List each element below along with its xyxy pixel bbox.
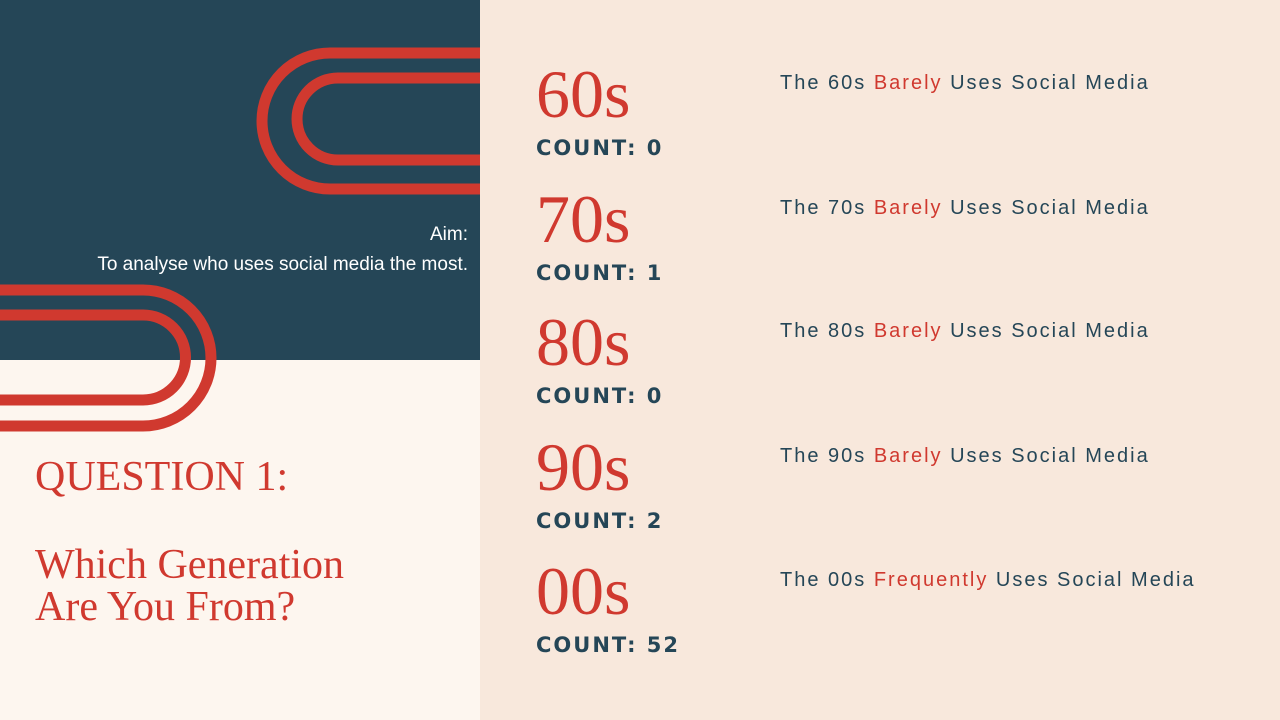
desc-suffix: Uses Social Media bbox=[950, 72, 1150, 94]
generation-count: COUNT: 0 bbox=[536, 384, 664, 408]
desc-prefix: The 00s bbox=[780, 569, 867, 591]
generation-description: The 00s Frequently Uses Social Media bbox=[780, 569, 1196, 592]
generation-label: 60s bbox=[536, 56, 631, 132]
question-subtitle-line1: Which Generation bbox=[35, 542, 345, 588]
desc-prefix: The 70s bbox=[780, 197, 867, 219]
generation-description: The 70s Barely Uses Social Media bbox=[780, 197, 1150, 220]
question-block: QUESTION 1: Which Generation Are You Fro… bbox=[35, 456, 344, 628]
desc-prefix: The 80s bbox=[780, 320, 867, 342]
desc-suffix: Uses Social Media bbox=[995, 569, 1196, 591]
generation-label: 00s bbox=[536, 553, 631, 629]
desc-highlight: Barely bbox=[873, 72, 943, 94]
question-title: QUESTION 1: bbox=[35, 454, 289, 500]
desc-suffix: Uses Social Media bbox=[950, 197, 1150, 219]
desc-suffix: Uses Social Media bbox=[950, 320, 1150, 342]
desc-highlight: Barely bbox=[873, 445, 943, 467]
desc-highlight: Barely bbox=[873, 197, 943, 219]
desc-suffix: Uses Social Media bbox=[950, 445, 1150, 467]
generation-count: COUNT: 1 bbox=[536, 261, 664, 285]
aim-block: Aim: To analyse who uses social media th… bbox=[97, 220, 468, 280]
generation-count: COUNT: 0 bbox=[536, 136, 664, 160]
bottom-arc-inner bbox=[0, 309, 191, 406]
top-arc-inner bbox=[291, 72, 480, 166]
generation-description: The 90s Barely Uses Social Media bbox=[780, 445, 1150, 468]
desc-highlight: Barely bbox=[873, 320, 943, 342]
generation-count: COUNT: 2 bbox=[536, 509, 664, 533]
desc-prefix: The 60s bbox=[780, 72, 867, 94]
desc-highlight: Frequently bbox=[873, 569, 989, 591]
aim-label: Aim: bbox=[430, 224, 468, 245]
question-subtitle-line2: Are You From? bbox=[35, 584, 296, 630]
desc-prefix: The 90s bbox=[780, 445, 867, 467]
aim-text: To analyse who uses social media the mos… bbox=[97, 254, 468, 275]
generation-label: 80s bbox=[536, 304, 631, 380]
generation-label: 90s bbox=[536, 429, 631, 505]
generation-count: COUNT: 52 bbox=[536, 633, 680, 657]
generation-label: 70s bbox=[536, 181, 631, 257]
generation-description: The 80s Barely Uses Social Media bbox=[780, 320, 1150, 343]
generation-description: The 60s Barely Uses Social Media bbox=[780, 72, 1150, 95]
